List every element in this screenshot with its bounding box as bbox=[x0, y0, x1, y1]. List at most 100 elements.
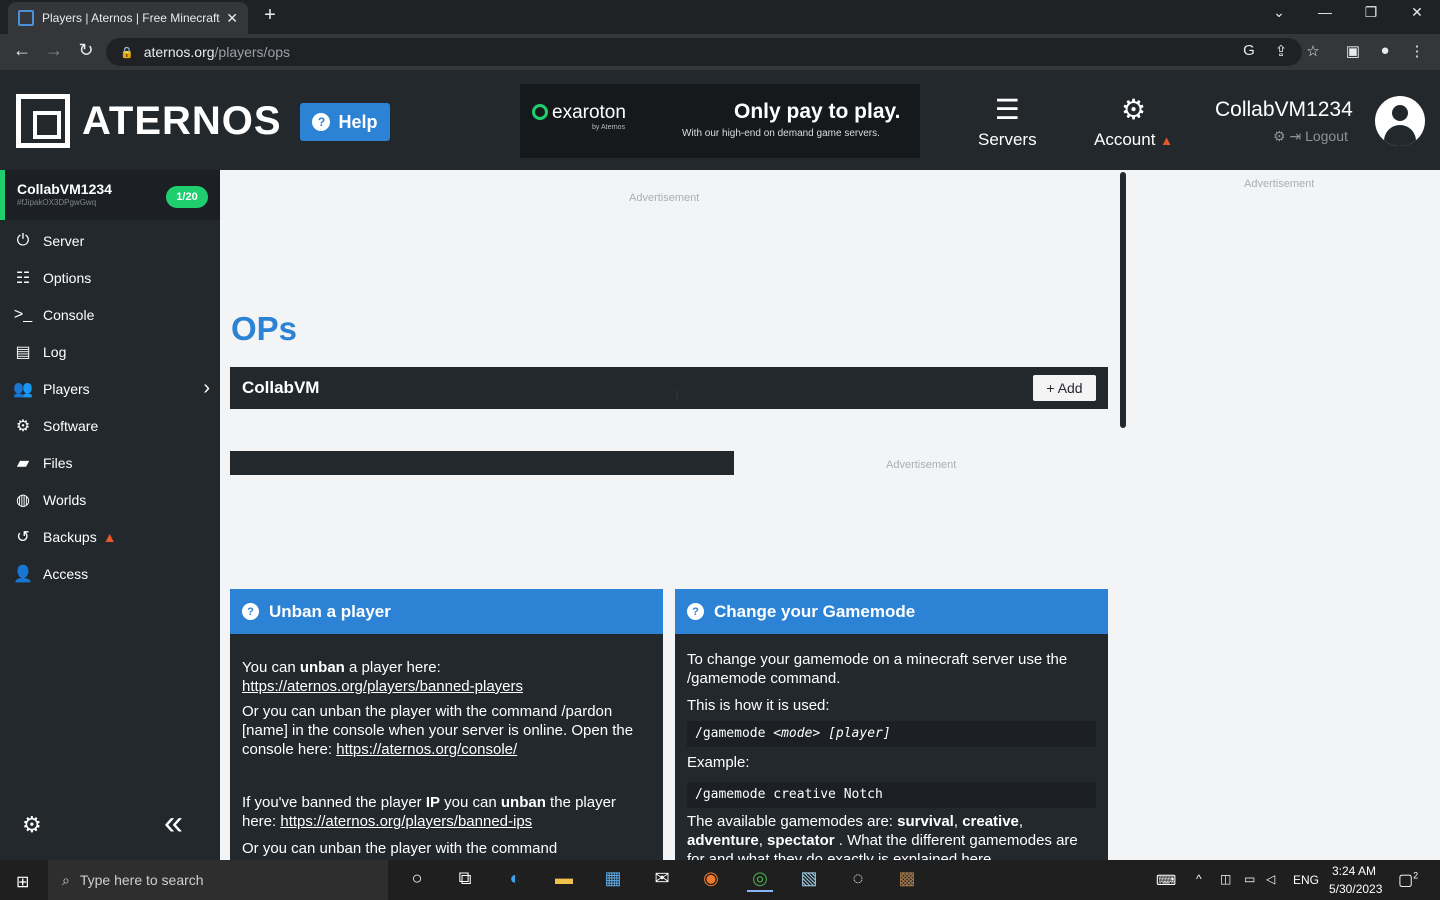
sliders-icon: ☷ bbox=[15, 269, 31, 287]
settings-gear-icon[interactable]: ⚙ bbox=[22, 812, 42, 838]
aternos-favicon-icon bbox=[18, 10, 34, 26]
aternos-logo-icon bbox=[16, 94, 70, 148]
minecraft-icon[interactable]: ▩ bbox=[894, 868, 920, 892]
code-example: /gamemode creative Notch bbox=[687, 782, 1096, 808]
file-explorer-icon[interactable]: ▬ bbox=[551, 868, 577, 892]
globe-icon: ◍ bbox=[16, 491, 30, 509]
account-label: Account bbox=[1094, 130, 1156, 149]
banned-ips-link[interactable]: https://aternos.org/players/banned-ips bbox=[280, 813, 532, 830]
clock-date[interactable]: 5/30/2023 bbox=[1329, 882, 1382, 896]
scrollbar-thumb[interactable] bbox=[1120, 172, 1126, 428]
account-nav[interactable]: ⚙ Account ▲ bbox=[1094, 90, 1173, 150]
folder-icon: ▰ bbox=[16, 454, 30, 472]
help-button[interactable]: ? Help bbox=[300, 103, 390, 141]
close-tab-icon[interactable]: ✕ bbox=[226, 10, 238, 27]
app-icon[interactable]: ▧ bbox=[796, 868, 822, 892]
user-name: CollabVM1234 bbox=[1215, 98, 1353, 121]
back-icon[interactable]: ← bbox=[10, 40, 34, 61]
code-usage: /gamemode <mode> [player] bbox=[687, 721, 1096, 747]
servers-nav[interactable]: ☰ Servers bbox=[978, 90, 1037, 150]
tab-search-icon[interactable]: ⌄ bbox=[1264, 4, 1294, 21]
ops-add-form: CollabVM + Add bbox=[230, 367, 1108, 409]
taskbar-search[interactable]: ⌕ Type here to search bbox=[48, 860, 388, 900]
volume-icon[interactable]: ◁ bbox=[1266, 872, 1275, 886]
restore-icon[interactable]: ❐ bbox=[1356, 4, 1386, 21]
card-header: ? Change your Gamemode bbox=[675, 589, 1108, 634]
browser-tab-bar: Players | Aternos | Free Minecraft ✕ + ⌄… bbox=[0, 0, 1440, 34]
ops-player-input[interactable]: CollabVM bbox=[242, 378, 319, 398]
sidebar-item-access[interactable]: 👤 Access bbox=[0, 555, 220, 592]
notifications-icon[interactable]: ▢2 bbox=[1398, 870, 1418, 890]
server-stack-icon: ☰ bbox=[994, 94, 1020, 125]
avatar[interactable] bbox=[1375, 96, 1425, 146]
menu-dots-icon[interactable]: ⋮ bbox=[1406, 42, 1428, 60]
add-button[interactable]: + Add bbox=[1033, 375, 1096, 401]
url-host: aternos.org bbox=[143, 44, 215, 60]
new-tab-button[interactable]: + bbox=[258, 4, 282, 27]
network-icon[interactable]: ▭ bbox=[1244, 872, 1255, 886]
minimize-icon[interactable]: — bbox=[1310, 4, 1340, 20]
text-cursor-icon: I bbox=[675, 388, 680, 405]
close-window-icon[interactable]: ✕ bbox=[1402, 4, 1432, 21]
user-cog-icon: ⚙ bbox=[1120, 94, 1147, 125]
forward-icon[interactable]: → bbox=[42, 40, 66, 61]
meet-icon[interactable]: ◫ bbox=[1220, 872, 1231, 886]
bookmark-star-icon[interactable]: ☆ bbox=[1302, 42, 1324, 60]
ad-label: Advertisement bbox=[886, 459, 957, 471]
ops-list bbox=[230, 451, 734, 475]
collapse-sidebar-icon[interactable]: « bbox=[164, 804, 183, 843]
history-icon: ↺ bbox=[16, 528, 30, 546]
store-icon[interactable]: ▦ bbox=[600, 868, 626, 892]
server-card[interactable]: CollabVM1234 #fJipakOX3DPgwGwq 1/20 bbox=[0, 170, 220, 220]
profile-icon[interactable]: ● bbox=[1374, 42, 1396, 59]
sidebar-item-options[interactable]: ☷ Options bbox=[0, 259, 220, 296]
windows-start-icon[interactable]: ⊞ bbox=[16, 872, 29, 892]
chrome-icon[interactable]: ◎ bbox=[747, 868, 773, 892]
banned-players-link[interactable]: https://aternos.org/players/banned-playe… bbox=[242, 678, 523, 695]
terminal-icon: >_ bbox=[13, 305, 33, 323]
exaroton-logo-icon bbox=[532, 104, 548, 120]
chevron-up-icon[interactable]: ^ bbox=[1196, 872, 1202, 886]
taskbar: ⊞ ⌕ Type here to search ○ ⧉ ◐ ▬ ▦ ✉ ◉ ◎ … bbox=[0, 860, 1440, 900]
keyboard-icon[interactable]: ⌨ bbox=[1156, 872, 1176, 889]
language-indicator[interactable]: ENG bbox=[1293, 873, 1319, 887]
card-body: You can unban a player here: https://ate… bbox=[242, 659, 634, 857]
banner-headline: Only pay to play. bbox=[734, 100, 901, 123]
sidebar-item-files[interactable]: ▰ Files bbox=[0, 444, 220, 481]
edge-icon[interactable]: ◐ bbox=[502, 868, 528, 892]
side-panel-icon[interactable]: ▣ bbox=[1342, 42, 1364, 60]
google-lens-icon[interactable]: G bbox=[1238, 42, 1260, 59]
firefox-icon[interactable]: ◉ bbox=[698, 868, 724, 892]
aternos-logo[interactable]: ATERNOS bbox=[16, 94, 282, 148]
settings-gear-icon[interactable]: ⚙ bbox=[1273, 128, 1286, 144]
feedback-icon[interactable]: ◌ bbox=[845, 868, 871, 892]
browser-tab[interactable]: Players | Aternos | Free Minecraft ✕ bbox=[8, 2, 248, 34]
sidebar-item-console[interactable]: >_ Console bbox=[0, 296, 220, 333]
task-view-icon[interactable]: ⧉ bbox=[452, 868, 478, 892]
search-placeholder: Type here to search bbox=[79, 872, 204, 888]
exaroton-ad-banner[interactable]: exaroton by Aternos Only pay to play. Wi… bbox=[520, 84, 920, 158]
exaroton-brand: exaroton bbox=[532, 102, 626, 124]
sidebar-item-players[interactable]: 👥 Players › bbox=[0, 370, 220, 407]
logout-link[interactable]: ⇥ Logout bbox=[1289, 128, 1347, 144]
sidebar-item-server[interactable]: ⏻ Server bbox=[0, 222, 220, 259]
sidebar-item-backups[interactable]: ↺ Backups ▲ bbox=[0, 518, 220, 555]
ad-label: Advertisement bbox=[629, 192, 700, 204]
power-icon: ⏻ bbox=[16, 231, 30, 249]
site-header: ATERNOS ? Help exaroton by Aternos Only … bbox=[0, 70, 1440, 170]
sidebar-item-log[interactable]: ▤ Log bbox=[0, 333, 220, 370]
reload-icon[interactable]: ↻ bbox=[74, 40, 98, 61]
sidebar-item-worlds[interactable]: ◍ Worlds bbox=[0, 481, 220, 518]
banner-tagline: With our high-end on demand game servers… bbox=[682, 128, 880, 139]
cortana-icon[interactable]: ○ bbox=[404, 868, 430, 892]
share-icon[interactable]: ⇪ bbox=[1270, 42, 1292, 60]
clock-time[interactable]: 3:24 AM bbox=[1332, 864, 1376, 878]
logo-text: ATERNOS bbox=[82, 98, 282, 143]
search-icon: ⌕ bbox=[62, 871, 70, 888]
mail-icon[interactable]: ✉ bbox=[649, 868, 675, 892]
users-icon: 👥 bbox=[13, 380, 33, 398]
page-title: OPs bbox=[231, 310, 298, 347]
console-link[interactable]: https://aternos.org/console/ bbox=[336, 741, 517, 758]
address-bar[interactable]: 🔒 aternos.org/players/ops bbox=[106, 38, 1302, 66]
sidebar-item-software[interactable]: ⚙ Software bbox=[0, 407, 220, 444]
